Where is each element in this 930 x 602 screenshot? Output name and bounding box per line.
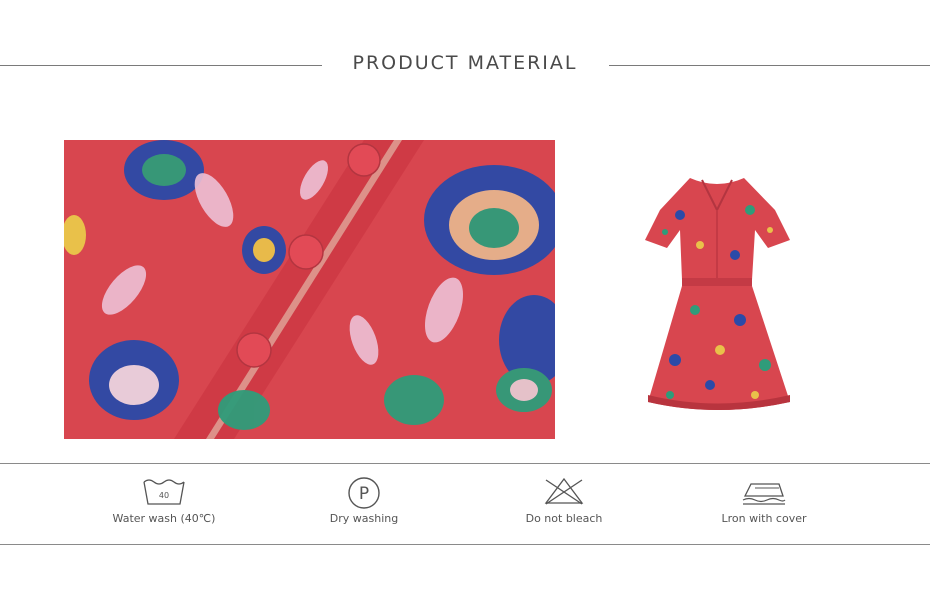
care-label-water-wash: Water wash (40℃): [112, 512, 216, 525]
section-title: PRODUCT MATERIAL: [352, 52, 578, 74]
care-item-water-wash: 40 Water wash (40℃): [64, 476, 264, 525]
no-bleach-icon: [544, 477, 584, 505]
care-item-no-bleach: Do not bleach: [464, 476, 664, 525]
dry-clean-p-icon: P: [348, 477, 380, 509]
fabric-closeup-image: [64, 140, 555, 439]
dry-clean-letter: P: [359, 484, 369, 504]
dress-image: [640, 170, 795, 420]
floral-dress-icon: [645, 178, 790, 410]
care-label-no-bleach: Do not bleach: [525, 512, 603, 525]
wash-temperature: 40: [159, 491, 169, 500]
care-item-dry-washing: P Dry washing: [264, 476, 464, 525]
wash-40-icon: 40: [143, 479, 185, 505]
header-rule-right: [609, 65, 930, 66]
care-instructions: 40 Water wash (40℃) P Dry washing Do not…: [0, 463, 930, 545]
iron-with-cover-icon: [742, 483, 786, 505]
care-label-iron: Lron with cover: [721, 512, 807, 525]
care-item-iron: Lron with cover: [664, 476, 864, 525]
floral-fabric-closeup-icon: [64, 140, 555, 439]
care-label-dry-washing: Dry washing: [329, 512, 399, 525]
header-rule-left: [0, 65, 322, 66]
